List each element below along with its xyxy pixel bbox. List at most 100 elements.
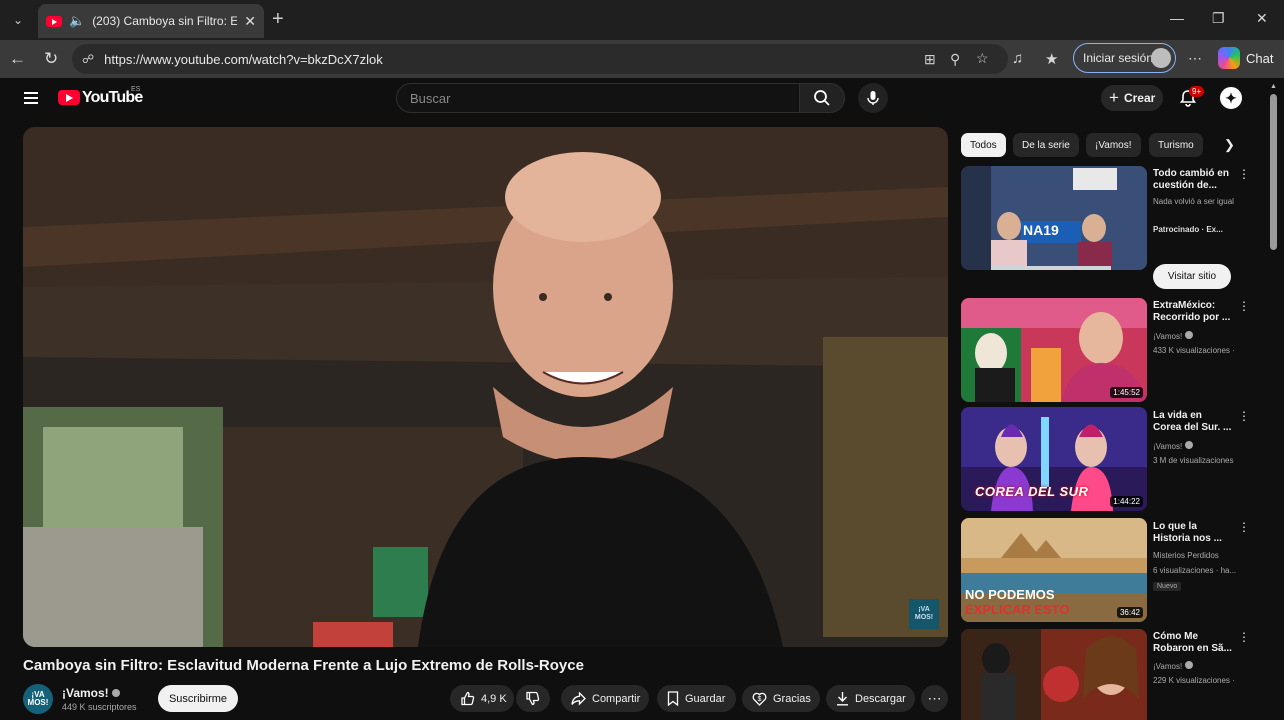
rec-sponsored: Patrocinado · Ex... — [1153, 225, 1223, 234]
rec-channel: ¡Vamos! — [1153, 441, 1249, 452]
channel-name-text: ¡Vamos! — [62, 686, 109, 700]
more-actions-icon[interactable]: ⋯ — [921, 685, 948, 712]
scrollbar-thumb[interactable] — [1270, 94, 1277, 250]
download-label: Descargar — [855, 692, 906, 705]
search-placeholder: Buscar — [410, 90, 451, 106]
video-player[interactable]: ¡VA MOS! — [23, 127, 948, 647]
chip-todos[interactable]: Todos — [961, 133, 1006, 157]
rec-thumbnail-image — [961, 629, 1147, 720]
video-frame — [23, 127, 948, 647]
svg-text:$: $ — [758, 696, 762, 703]
microphone-icon — [867, 91, 879, 105]
sponsored-thumbnail-image — [961, 166, 1147, 270]
rec-thumbnail[interactable]: COREA DEL SUR 1:44:22 — [961, 407, 1147, 511]
thumbnail-text: NA19 — [1023, 222, 1059, 238]
voice-search-button[interactable] — [858, 83, 888, 113]
download-icon — [837, 692, 848, 706]
channel-name[interactable]: ¡Vamos! — [62, 686, 120, 700]
thumbnail-text: COREA DEL SUR — [975, 484, 1089, 499]
save-button[interactable]: Guardar — [657, 685, 736, 712]
dislike-button[interactable] — [516, 685, 550, 712]
site-info-icon[interactable]: ☍ — [82, 52, 94, 66]
signin-label: Iniciar sesión — [1083, 51, 1154, 65]
speaker-icon[interactable]: 🔈 — [69, 13, 85, 29]
rec-channel: ¡Vamos! — [1153, 331, 1249, 342]
search-button[interactable] — [799, 83, 845, 113]
save-label: Guardar — [685, 692, 726, 705]
subscribe-button[interactable]: Suscribirme — [158, 685, 238, 712]
scroll-up-icon[interactable]: ▲ — [1270, 83, 1277, 90]
rec-title[interactable]: Lo que la Historia nos ... — [1153, 521, 1233, 545]
url-text: https://www.youtube.com/watch?v=bkzDcX7z… — [104, 51, 383, 67]
rec-thumbnail[interactable]: NO PODEMOS EXPLICAR ESTO 36:42 — [961, 518, 1147, 622]
like-button[interactable]: 4,9 K — [450, 685, 514, 712]
signin-button[interactable]: Iniciar sesión — [1073, 43, 1176, 73]
channel-watermark[interactable]: ¡VA MOS! — [909, 599, 939, 629]
rec-title[interactable]: Cómo Me Robaron en Sã... — [1153, 631, 1233, 655]
visit-site-button[interactable]: Visitar sitio — [1153, 264, 1231, 289]
bookmark-icon — [667, 691, 679, 706]
browser-tab-youtube[interactable]: 🔈 (203) Camboya sin Filtro: Esclavitud M… — [38, 4, 264, 38]
rec-thumbnail[interactable]: 1:45:52 — [961, 298, 1147, 402]
thanks-button[interactable]: $ Gracias — [742, 685, 820, 712]
download-button[interactable]: Descargar — [826, 685, 915, 712]
new-tab-button[interactable]: + — [272, 9, 284, 29]
favorites-icon[interactable]: ★ — [1045, 50, 1058, 68]
video-duration: 36:42 — [1116, 607, 1143, 618]
browser-menu-icon[interactable]: ⋯ — [1188, 50, 1202, 67]
back-arrow-icon[interactable]: ← — [9, 49, 26, 69]
tab-title: (203) Camboya sin Filtro: Esclavitud Mod… — [92, 14, 238, 28]
chevron-right-icon[interactable]: ❯ — [1224, 137, 1235, 153]
rec-channel-name: ¡Vamos! — [1153, 332, 1183, 341]
rec-menu-icon[interactable]: ⋮ — [1238, 630, 1250, 644]
like-count: 4,9 K — [481, 692, 507, 705]
sponsored-thumbnail[interactable]: NA19 — [961, 166, 1147, 270]
search-icon — [814, 90, 830, 106]
reload-icon[interactable]: ↻ — [44, 49, 58, 69]
rec-menu-icon[interactable]: ⋮ — [1238, 299, 1250, 313]
thumbnail-text-2: EXPLICAR ESTO — [965, 602, 1070, 617]
create-label: Crear — [1123, 91, 1156, 105]
search-input[interactable]: Buscar — [396, 83, 800, 113]
maximize-icon[interactable]: ❐ — [1212, 10, 1225, 27]
chip-turismo[interactable]: Turismo — [1149, 133, 1203, 157]
favorite-star-icon[interactable]: ☆ — [976, 50, 989, 67]
chat-label[interactable]: Chat — [1246, 51, 1273, 66]
app-available-icon[interactable]: ⊞ — [924, 51, 936, 68]
close-window-icon[interactable]: ✕ — [1256, 10, 1268, 27]
chip-vamos[interactable]: ¡Vamos! — [1086, 133, 1141, 157]
share-button[interactable]: Compartir — [561, 685, 649, 712]
rec-title[interactable]: ExtraMéxico: Recorrido por ... — [1153, 300, 1233, 324]
media-control-icon[interactable]: ♫ — [1012, 50, 1023, 67]
rec-menu-icon[interactable]: ⋮ — [1238, 409, 1250, 423]
create-button[interactable]: + Crear — [1101, 85, 1163, 111]
hamburger-menu-icon[interactable] — [24, 92, 38, 104]
tab-actions-chevron-icon[interactable]: ⌄ — [6, 8, 30, 32]
rec-title[interactable]: La vida en Corea del Sur. ... — [1153, 410, 1233, 434]
address-bar[interactable]: ☍ https://www.youtube.com/watch?v=bkzDcX… — [72, 44, 1008, 74]
close-tab-icon[interactable]: ✕ — [244, 13, 256, 30]
youtube-logo-icon[interactable] — [58, 90, 80, 105]
thumbs-up-icon — [461, 691, 475, 706]
verified-icon — [111, 689, 120, 697]
subscriber-count: 449 K suscriptores — [62, 702, 137, 712]
channel-avatar[interactable]: ¡VA MOS! — [23, 684, 53, 714]
minimize-icon[interactable]: — — [1170, 10, 1184, 26]
rec-menu-icon[interactable]: ⋮ — [1238, 167, 1250, 181]
rec-description: Nada volvió a ser igual — [1153, 197, 1234, 206]
notifications-badge: 9+ — [1189, 86, 1205, 97]
account-avatar[interactable]: ✦ — [1218, 85, 1244, 111]
rec-views: 433 K visualizaciones · — [1153, 346, 1235, 355]
rec-title[interactable]: Todo cambió en cuestión de... — [1153, 168, 1233, 192]
thanks-dollar-icon: $ — [752, 692, 767, 706]
rec-channel-name: ¡Vamos! — [1153, 662, 1183, 671]
chip-de-la-serie[interactable]: De la serie — [1013, 133, 1079, 157]
copilot-icon[interactable] — [1218, 47, 1240, 69]
rec-thumbnail[interactable] — [961, 629, 1147, 720]
rec-views: 6 visualizaciones · ha... — [1153, 566, 1237, 575]
browser-tab-bar: ⌄ 🔈 (203) Camboya sin Filtro: Esclavitud… — [0, 0, 1284, 40]
rec-menu-icon[interactable]: ⋮ — [1238, 520, 1250, 534]
rec-channel-name: ¡Vamos! — [1153, 442, 1183, 451]
zoom-icon[interactable]: ⚲ — [950, 51, 960, 68]
rec-views: 229 K visualizaciones · — [1153, 676, 1235, 685]
